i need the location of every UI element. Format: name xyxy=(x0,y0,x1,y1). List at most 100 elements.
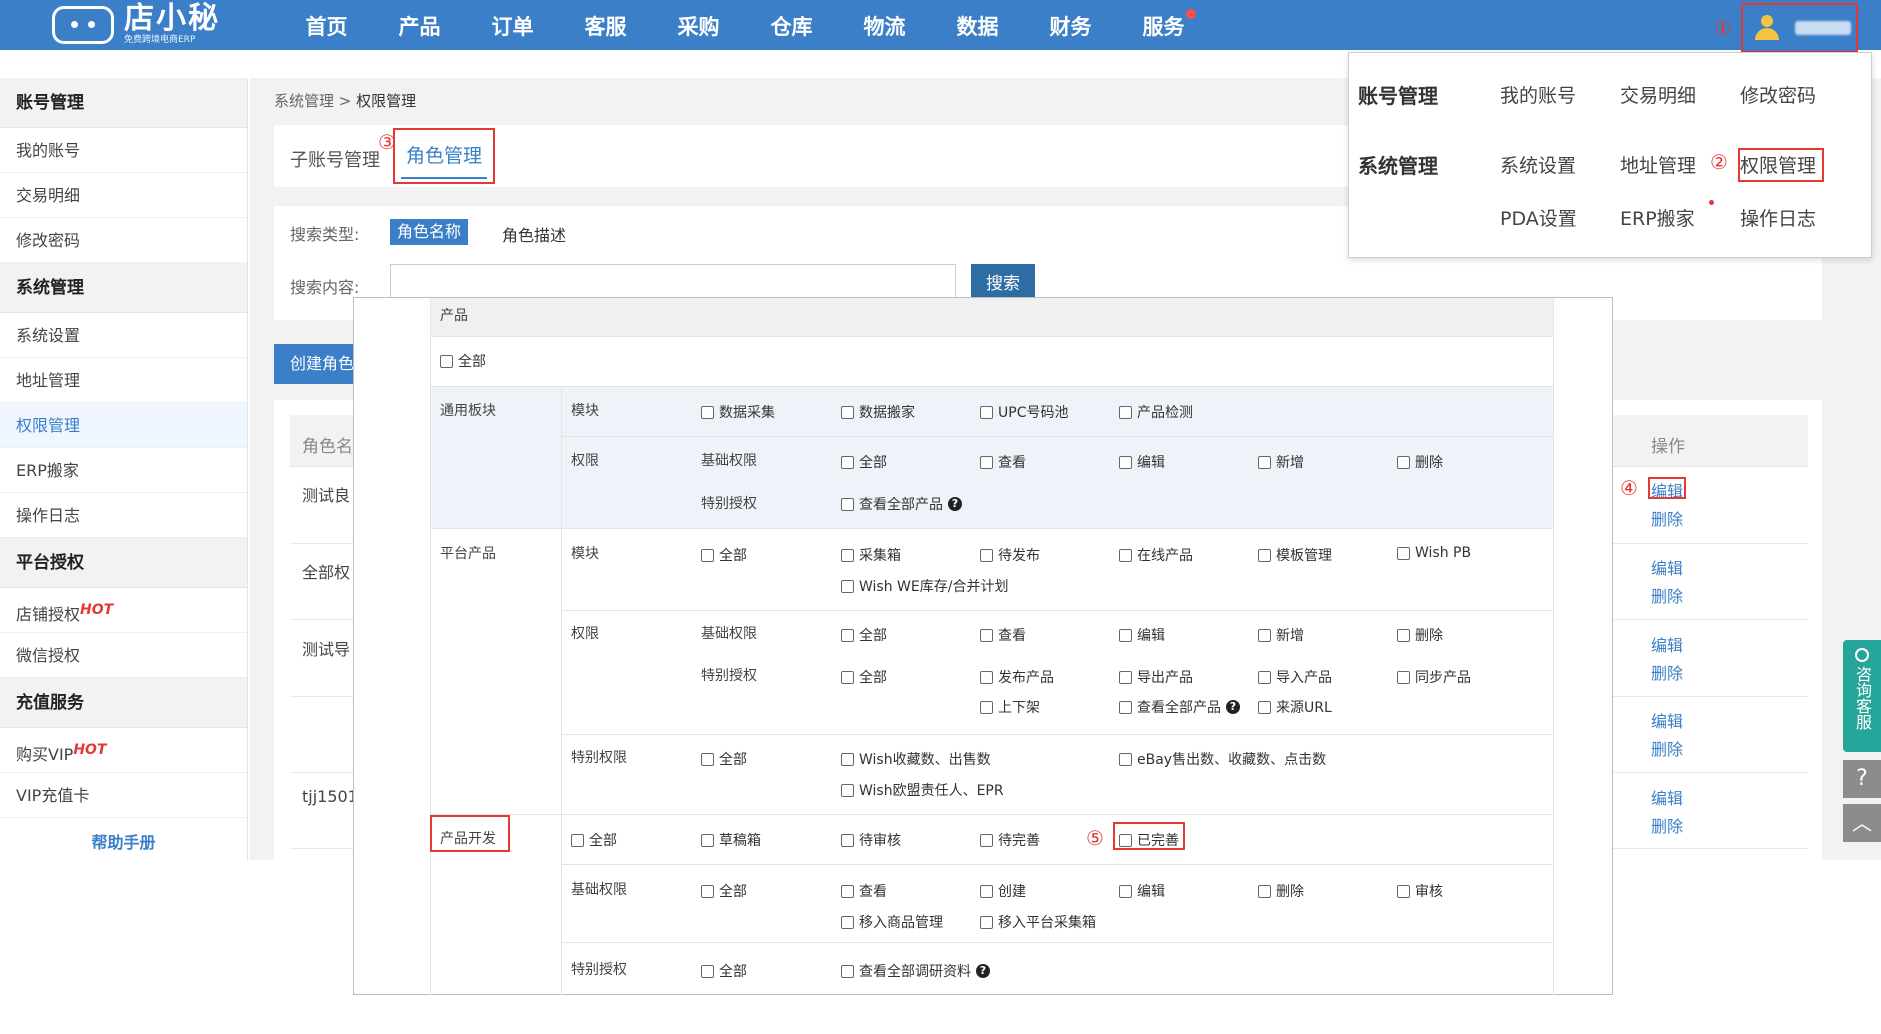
question-icon[interactable]: ? xyxy=(976,964,990,978)
question-icon[interactable]: ? xyxy=(1226,700,1240,714)
checkbox-basic-edit[interactable]: 编辑 xyxy=(1119,625,1165,645)
checkbox-basic-all[interactable]: 全部 xyxy=(841,625,887,645)
logo[interactable]: 店小秘 免费跨境电商ERP xyxy=(52,0,220,50)
back-to-top-icon[interactable]: ︿ xyxy=(1843,804,1881,842)
checkbox-basic-add[interactable]: 新增 xyxy=(1258,452,1304,472)
sidebar-item-permissions[interactable]: 权限管理 xyxy=(0,403,247,448)
dropdown-operation-log[interactable]: 操作日志 xyxy=(1740,204,1816,231)
nav-services[interactable]: 服务 xyxy=(1117,0,1210,50)
dropdown-pda-settings[interactable]: PDA设置 xyxy=(1500,204,1577,231)
sidebar-item-erp-migration[interactable]: ERP搬家 xyxy=(0,448,247,493)
dropdown-change-password[interactable]: 修改密码 xyxy=(1740,81,1816,108)
checkbox-view-all-products[interactable]: 查看全部产品? xyxy=(841,494,962,514)
checkbox-view-all-research[interactable]: 查看全部调研资料? xyxy=(841,961,990,981)
checkbox-pending-review[interactable]: 待审核 xyxy=(841,830,901,850)
checkbox-wish-eu-epr[interactable]: Wish欧盟责任人、EPR xyxy=(841,780,1004,800)
sidebar-item-vip-card[interactable]: VIP充值卡 xyxy=(0,773,247,818)
checkbox-sync-product[interactable]: 同步产品 xyxy=(1397,667,1471,687)
checkbox-basic-edit[interactable]: 编辑 xyxy=(1119,452,1165,472)
nav-customer-service[interactable]: 客服 xyxy=(559,0,652,50)
checkbox-to-be-improved[interactable]: 待完善 xyxy=(980,830,1040,850)
checkbox-upc-pool[interactable]: UPC号码池 xyxy=(980,402,1068,422)
dropdown-address[interactable]: 地址管理 xyxy=(1620,151,1696,178)
checkbox-basic-review[interactable]: 审核 xyxy=(1397,881,1443,901)
checkbox-list-unlist[interactable]: 上下架 xyxy=(980,697,1040,717)
delete-link[interactable]: 删除 xyxy=(1651,660,1683,684)
checkbox-product-check[interactable]: 产品检测 xyxy=(1119,402,1193,422)
checkbox-ebay-sold-favorites-clicks[interactable]: eBay售出数、收藏数、点击数 xyxy=(1119,749,1326,769)
sidebar-item-buy-vip[interactable]: 购买VIPHOT xyxy=(0,728,247,773)
checkbox-basic-delete[interactable]: 删除 xyxy=(1397,625,1443,645)
consult-service-button[interactable]: 咨询客服 xyxy=(1843,640,1881,752)
sidebar-item-wechat-auth[interactable]: 微信授权 xyxy=(0,633,247,678)
dropdown-system-settings[interactable]: 系统设置 xyxy=(1500,151,1576,178)
checkbox-basic-view[interactable]: 查看 xyxy=(841,881,887,901)
edit-link[interactable]: 编辑 xyxy=(1651,785,1683,809)
edit-link[interactable]: 编辑 xyxy=(1651,632,1683,656)
dropdown-my-account[interactable]: 我的账号 xyxy=(1500,81,1576,108)
edit-link[interactable]: 编辑 xyxy=(1651,555,1683,579)
sidebar-item-store-auth[interactable]: 店铺授权HOT xyxy=(0,588,247,633)
nav-logistics[interactable]: 物流 xyxy=(838,0,931,50)
checkbox-completed[interactable]: 已完善 xyxy=(1119,830,1179,850)
checkbox-platform-all[interactable]: 全部 xyxy=(701,545,747,565)
checkbox-wish-pb[interactable]: Wish PB xyxy=(1397,545,1471,561)
checkbox-export-product[interactable]: 导出产品 xyxy=(1119,667,1193,687)
question-icon[interactable]: ? xyxy=(948,497,962,511)
checkbox-import-product[interactable]: 导入产品 xyxy=(1258,667,1332,687)
help-question-icon[interactable]: ? xyxy=(1843,760,1881,798)
tab-role-management[interactable]: 角色管理 xyxy=(393,128,495,184)
checkbox-data-collect[interactable]: 数据采集 xyxy=(701,402,775,422)
checkbox-pending-publish[interactable]: 待发布 xyxy=(980,545,1040,565)
sidebar-item-my-account[interactable]: 我的账号 xyxy=(0,128,247,173)
help-manual-link[interactable]: 帮助手册 xyxy=(0,818,247,868)
checkbox-basic-add[interactable]: 新增 xyxy=(1258,625,1304,645)
checkbox-online-products[interactable]: 在线产品 xyxy=(1119,545,1193,565)
search-type-role-name[interactable]: 角色名称 xyxy=(390,219,468,245)
sidebar-item-system-settings[interactable]: 系统设置 xyxy=(0,313,247,358)
sidebar-item-transactions[interactable]: 交易明细 xyxy=(0,173,247,218)
checkbox-move-to-platform-collect[interactable]: 移入平台采集箱 xyxy=(980,912,1096,932)
nav-data[interactable]: 数据 xyxy=(931,0,1024,50)
sidebar-item-operation-log[interactable]: 操作日志 xyxy=(0,493,247,538)
checkbox-wish-favorites-sales[interactable]: Wish收藏数、出售数 xyxy=(841,749,991,769)
dropdown-transactions[interactable]: 交易明细 xyxy=(1620,81,1696,108)
edit-link[interactable]: 编辑 xyxy=(1651,708,1683,732)
delete-link[interactable]: 删除 xyxy=(1651,506,1683,530)
checkbox-basic-delete[interactable]: 删除 xyxy=(1258,881,1304,901)
checkbox-draft-box[interactable]: 草稿箱 xyxy=(701,830,761,850)
checkbox-template-management[interactable]: 模板管理 xyxy=(1258,545,1332,565)
checkbox-product-all[interactable]: 全部 xyxy=(440,351,486,371)
nav-purchase[interactable]: 采购 xyxy=(652,0,745,50)
nav-home[interactable]: 首页 xyxy=(280,0,373,50)
checkbox-special-all[interactable]: 全部 xyxy=(841,667,887,687)
checkbox-basic-all[interactable]: 全部 xyxy=(841,452,887,472)
checkbox-source-url[interactable]: 来源URL xyxy=(1258,697,1332,717)
delete-link[interactable]: 删除 xyxy=(1651,813,1683,837)
search-input[interactable] xyxy=(390,264,956,298)
nav-orders[interactable]: 订单 xyxy=(466,0,559,50)
checkbox-wish-we[interactable]: Wish WE库存/合并计划 xyxy=(841,576,1008,596)
search-type-role-desc[interactable]: 角色描述 xyxy=(502,222,566,246)
checkbox-basic-view[interactable]: 查看 xyxy=(980,625,1026,645)
checkbox-basic-view[interactable]: 查看 xyxy=(980,452,1026,472)
nav-finance[interactable]: 财务 xyxy=(1024,0,1117,50)
checkbox-move-to-goods[interactable]: 移入商品管理 xyxy=(841,912,943,932)
checkbox-basic-edit[interactable]: 编辑 xyxy=(1119,881,1165,901)
checkbox-basic-delete[interactable]: 删除 xyxy=(1397,452,1443,472)
checkbox-view-all-products[interactable]: 查看全部产品? xyxy=(1119,697,1240,717)
sidebar-item-address[interactable]: 地址管理 xyxy=(0,358,247,403)
breadcrumb-parent[interactable]: 系统管理 xyxy=(274,92,334,110)
checkbox-dev-all[interactable]: 全部 xyxy=(571,830,617,850)
sidebar-item-change-password[interactable]: 修改密码 xyxy=(0,218,247,263)
checkbox-basic-create[interactable]: 创建 xyxy=(980,881,1026,901)
nav-warehouse[interactable]: 仓库 xyxy=(745,0,838,50)
nav-products[interactable]: 产品 xyxy=(373,0,466,50)
checkbox-data-migrate[interactable]: 数据搬家 xyxy=(841,402,915,422)
delete-link[interactable]: 删除 xyxy=(1651,583,1683,607)
checkbox-special-all[interactable]: 全部 xyxy=(701,961,747,981)
checkbox-collect-box[interactable]: 采集箱 xyxy=(841,545,901,565)
user-menu-button[interactable] xyxy=(1741,3,1858,53)
dropdown-erp-migration[interactable]: ERP搬家 xyxy=(1620,204,1695,231)
checkbox-special-perm-all[interactable]: 全部 xyxy=(701,749,747,769)
